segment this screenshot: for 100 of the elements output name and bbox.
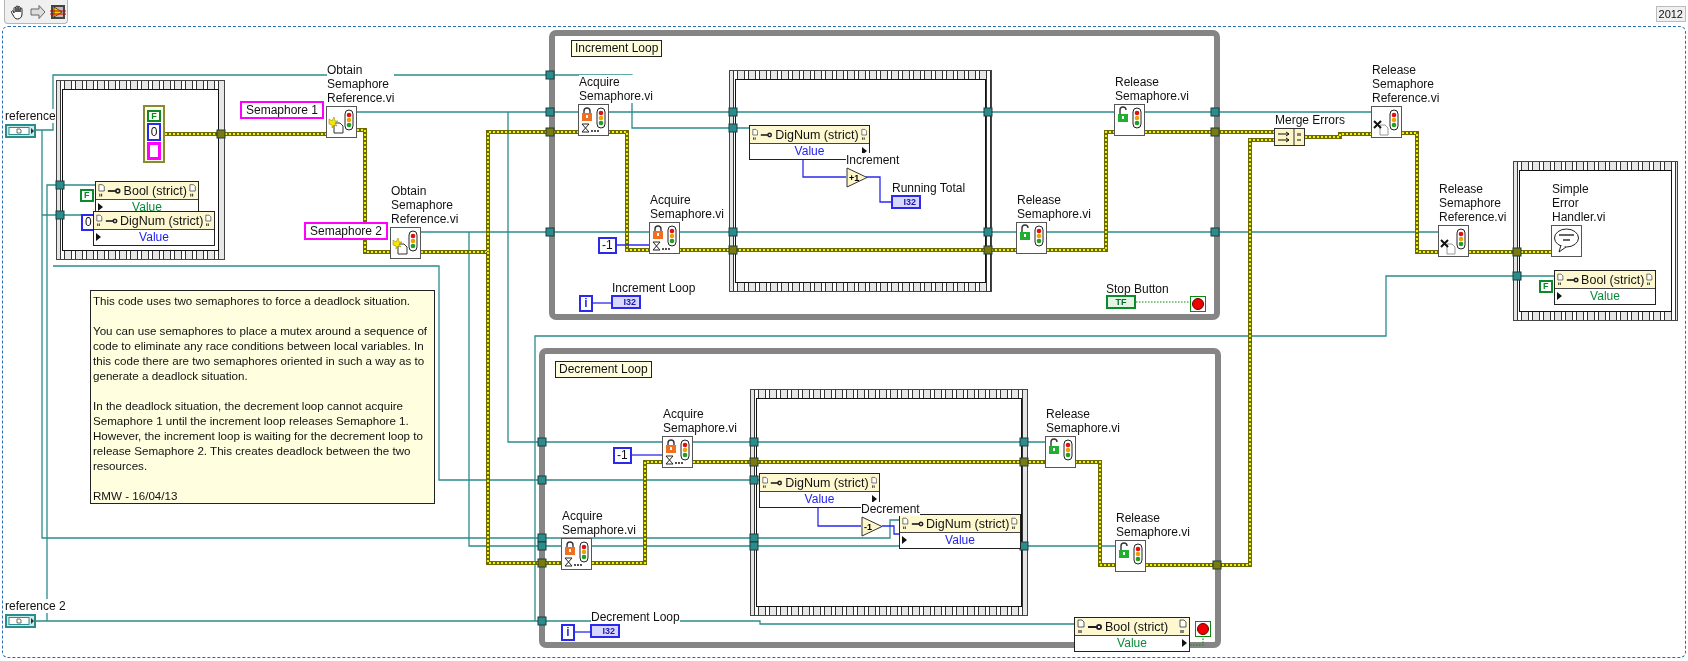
node-label: Release Semaphore.vi — [1116, 511, 1191, 539]
new-document-icon — [326, 106, 357, 138]
tunnel — [55, 180, 65, 190]
numeric-indicator: I32 — [891, 195, 921, 209]
node-label: Acquire Semaphore.vi — [562, 509, 637, 537]
property-name: Value — [804, 492, 835, 506]
unlocked-lock-icon — [1045, 436, 1076, 468]
arrow-icon — [98, 203, 103, 211]
new-document-icon — [390, 227, 421, 259]
unlocked-lock-icon — [1114, 104, 1145, 136]
reference-icon — [1646, 271, 1653, 288]
key-icon — [107, 185, 122, 196]
boolean-constant: F — [1539, 280, 1553, 293]
step-arrow-icon[interactable] — [30, 3, 46, 20]
unlocked-lock-icon — [1115, 540, 1146, 572]
arrow-icon — [1182, 639, 1187, 647]
stop-icon — [1195, 621, 1211, 637]
node-label: Obtain Semaphore Reference.vi — [391, 184, 459, 226]
arrow-icon — [902, 536, 907, 544]
numeric-indicator: I32 — [611, 295, 641, 309]
numeric-indicator: I32 — [590, 624, 620, 638]
error-wire — [1304, 132, 1372, 139]
version-label: 2012 — [1655, 6, 1686, 22]
reference-icon — [860, 126, 867, 143]
function-node: +1 — [846, 167, 868, 188]
indicator-label: Running Total — [892, 181, 966, 195]
property-name: Value — [945, 533, 975, 547]
function-node: -1 — [861, 516, 883, 537]
unlocked-lock-icon — [1016, 222, 1047, 254]
lock-hourglass-icon — [649, 222, 680, 254]
node-label: Release Semaphore Reference.vi — [1439, 182, 1507, 224]
property-name: Value — [1590, 289, 1620, 303]
iteration-terminal: i — [579, 295, 593, 312]
loop-label: Increment Loop — [571, 40, 663, 57]
hand-icon[interactable] — [10, 3, 26, 20]
node-label: Merge Errors — [1275, 113, 1345, 127]
node-label: Release Semaphore.vi — [1046, 407, 1121, 435]
lock-hourglass-icon — [662, 436, 693, 468]
numeric-constant: -1 — [598, 237, 617, 254]
tunnel — [983, 107, 993, 117]
numeric-constant: -1 — [613, 447, 632, 464]
reference-icon — [1179, 618, 1187, 635]
node-label: Release Semaphore Reference.vi — [1372, 63, 1440, 105]
property-class: Bool (strict) — [123, 183, 187, 198]
terminal-label: reference — [5, 109, 56, 123]
wire — [574, 631, 591, 633]
string-constant: Semaphore 1 — [240, 101, 325, 119]
highlight-execution-icon[interactable] — [50, 3, 66, 20]
string-constant: Semaphore 2 — [304, 222, 389, 240]
reference-icon — [1011, 515, 1018, 532]
comment-paragraph: In the deadlock situation, the decrement loop cannot acquire Semaphore 1 until the increment loop releases Semaphore 1. However, the increment loop is waiting for the decrement loop to release Semaphore 2. This creates deadlock between the two resources. — [93, 398, 424, 473]
reference-icon — [752, 126, 759, 143]
iteration-terminal: i — [561, 624, 575, 641]
boolean-constant: F — [80, 189, 94, 202]
tunnel — [537, 616, 547, 626]
terminal-label: reference 2 — [5, 599, 66, 613]
tunnel — [1212, 560, 1222, 570]
reference-icon — [1557, 271, 1564, 288]
node-label: Acquire Semaphore.vi — [663, 407, 738, 435]
arrow-icon — [1557, 292, 1562, 300]
reference-terminal-icon — [5, 124, 36, 138]
loop-label: Decrement Loop — [555, 361, 652, 378]
tunnel — [1512, 271, 1522, 281]
tunnel — [1512, 247, 1522, 257]
tunnel — [1019, 541, 1029, 551]
key-icon — [1087, 621, 1103, 632]
node-label: Acquire Semaphore.vi — [650, 193, 725, 221]
arrow-icon — [872, 495, 877, 503]
code-constant: 0 — [147, 123, 161, 141]
comment-paragraph: You can use semaphores to place a mutex around a sequence of code to eliminate any race conditions between local variables. In this code there are two semaphores oriented in such a way as to generate a deadlock situation. — [93, 323, 429, 383]
reference-icon — [1077, 618, 1085, 635]
property-class: DigNum (strict) — [926, 516, 1010, 531]
reference-icon — [98, 182, 106, 199]
reference-icon — [762, 474, 769, 491]
merge-errors-icon — [1274, 128, 1305, 146]
reference-terminal-icon — [5, 614, 36, 628]
property-class: DigNum (strict) — [775, 127, 859, 142]
control-label: Stop Button — [1106, 282, 1169, 296]
stop-icon — [1190, 296, 1206, 312]
property-class: Bool (strict) — [1581, 272, 1645, 287]
indicator-label: Decrement Loop — [591, 610, 680, 624]
node-label: Release Semaphore.vi — [1017, 193, 1092, 221]
arrow-icon — [96, 233, 101, 241]
tunnel — [55, 210, 65, 220]
property-name: Value — [139, 230, 169, 244]
speech-bubble-icon — [1551, 225, 1582, 257]
property-name: Value — [132, 200, 162, 214]
node-label: Acquire Semaphore.vi — [579, 75, 654, 103]
node-label: Increment — [846, 153, 900, 167]
reference-icon — [205, 212, 212, 229]
property-class: Bool (strict) — [1105, 619, 1170, 634]
property-class: DigNum (strict) — [120, 213, 204, 228]
reference-icon — [188, 182, 196, 199]
comment-paragraph: This code uses two semaphores to force a deadlock situation. — [93, 293, 412, 308]
node-label: Obtain Semaphore Reference.vi — [327, 63, 395, 105]
close-document-icon — [1371, 106, 1402, 138]
comment-paragraph: RMW - 16/04/13 — [93, 488, 179, 503]
tunnel — [216, 129, 226, 139]
lock-hourglass-icon — [561, 538, 592, 570]
boolean-control: TF — [1106, 295, 1136, 309]
